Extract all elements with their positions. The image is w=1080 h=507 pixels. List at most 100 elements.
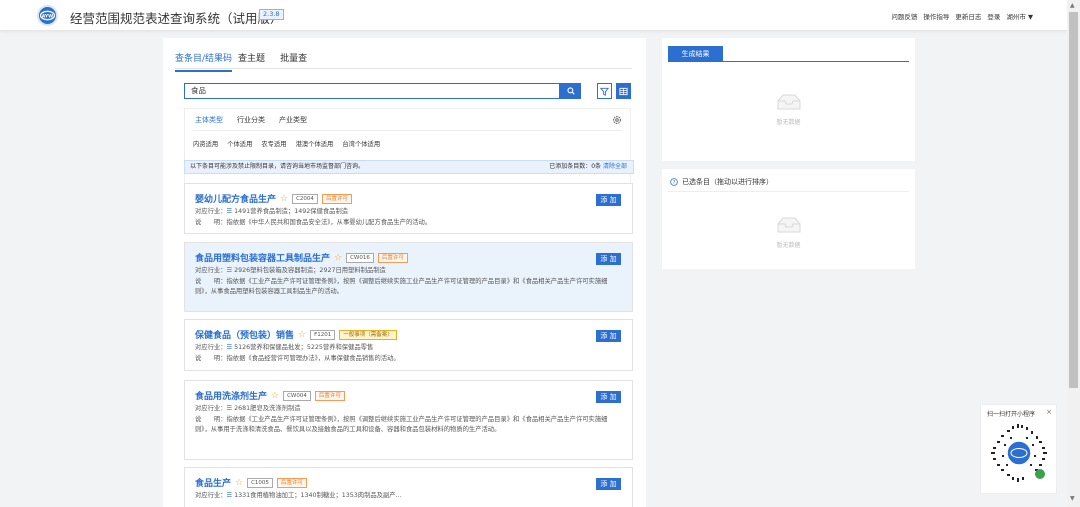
mini-program-qr-card: 扫一扫打开小程序 × [980, 404, 1057, 494]
search-button[interactable] [560, 83, 581, 99]
city-dropdown[interactable]: 湖州市 ▼ [1006, 11, 1033, 21]
result-code: F1201 [310, 329, 336, 340]
top-bar: AYW 经营范围规范表述查询系统（试用版） 2.3.8 问题反馈 操作指导 更新… [0, 0, 1067, 31]
add-button[interactable]: 添 加 [596, 330, 621, 342]
industry-text: 1331食用植物油加工；1340制糖业；1353肉制品及副产… [234, 492, 402, 499]
industry-label: 对应行业： [195, 267, 227, 274]
result-code: CW016 [346, 252, 374, 263]
chip-domestic[interactable]: 内资适用 [193, 139, 218, 148]
result-title[interactable]: 食品生产 [195, 476, 231, 489]
filter-button[interactable] [597, 83, 612, 99]
add-button[interactable]: 添 加 [596, 391, 621, 403]
desc-text: 指依据《工业产品生产许可证管理条例》，按照《调整后继续实施工业产品生产许可证管理… [195, 277, 608, 296]
chip-taiwan[interactable]: 台湾个体适用 [342, 139, 380, 148]
result-card[interactable]: 食品生产 ☆ C1005 后置许可 对应行业：☰ 1331食用植物油加工；1340制糖… [184, 467, 633, 507]
qr-title: 扫一扫打开小程序 [987, 411, 1036, 418]
industry-text: 1491营养食品制造；1492保健食品制造 [234, 208, 349, 215]
grid-view-button[interactable] [616, 83, 631, 99]
desc-label: 说 明： [195, 354, 227, 362]
subtab-sector[interactable]: 产业类型 [279, 115, 307, 131]
industry-label: 对应行业： [195, 492, 227, 499]
subtab-entity-type[interactable]: 主体类型 [195, 115, 223, 131]
subtab-industry[interactable]: 行业分类 [237, 115, 265, 131]
svg-text:AYW: AYW [42, 13, 54, 19]
version-badge: 2.3.8 [259, 9, 284, 20]
close-icon[interactable]: × [1046, 408, 1052, 416]
add-button[interactable]: 添 加 [596, 194, 621, 206]
star-icon[interactable]: ☆ [334, 253, 342, 263]
desc-text: 指依据《工业产品生产许可证管理条例》，按照《调整后继续实施工业产品生产许可证管理… [195, 415, 608, 434]
star-icon[interactable]: ☆ [235, 478, 243, 488]
clear-all-link[interactable]: 清除全部 [603, 163, 627, 170]
qr-code-icon [991, 424, 1047, 482]
logo-icon: AYW [40, 10, 55, 21]
industry-text: 5126营养和保健品批发；5225营养和保健品零售 [234, 344, 374, 351]
industry-label: 对应行业： [195, 208, 227, 215]
result-card[interactable]: 婴幼儿配方食品生产 ☆ C2004 后置许可 对应行业：☰ 1491营养食品制造；14… [184, 183, 633, 234]
list-icon: ☰ [226, 492, 235, 499]
desc-label: 说 明： [195, 218, 227, 226]
permit-badge: 后置许可 [321, 193, 352, 204]
page-scrollbar[interactable]: ▲ ▼ [1067, 0, 1080, 507]
chip-individual[interactable]: 个体适用 [227, 139, 252, 148]
settings-gear-icon[interactable] [612, 115, 622, 127]
nav-guide[interactable]: 操作指导 [923, 11, 949, 21]
result-code: C1005 [247, 477, 273, 488]
desc-label: 说 明： [195, 277, 227, 285]
subtabs-divider [193, 130, 622, 131]
industry-text: 2926塑料包装箱及容器制造；2927日用塑料制品制造 [234, 267, 386, 274]
list-icon: ☰ [226, 344, 235, 351]
result-card[interactable]: 保健食品（预包装）销售 ☆ F1201 一般事项（需备案） 对应行业：☰ 5126营养… [184, 319, 633, 371]
desc-text: 指依据《食品经营许可管理办法》，从事保健食品销售的活动。 [226, 354, 400, 362]
result-card[interactable]: 食品用洗涤剂生产 ☆ CW004 后置许可 对应行业：☰ 2681肥皂及洗涤剂制造 说… [184, 380, 633, 460]
list-icon: ☰ [226, 208, 235, 215]
search-input[interactable]: 食品 [184, 83, 560, 99]
search-panel: 查条目/结果码 查主题 批量查 食品 主体类型 行业分类 产业类型 内资适用 个… [163, 38, 646, 507]
result-title[interactable]: 保健食品（预包装）销售 [195, 328, 294, 341]
nav-login[interactable]: 登录 [987, 11, 1000, 21]
selected-divider [668, 191, 909, 192]
result-code: C2004 [292, 193, 318, 204]
chip-farmer-coop[interactable]: 农专适用 [261, 139, 286, 148]
selected-panel: ? 已选条目（拖动以进行排序） 暂无数据 [662, 169, 915, 269]
help-icon[interactable]: ? [670, 178, 678, 186]
nav-feedback[interactable]: 问题反馈 [891, 11, 917, 21]
grid-icon [619, 87, 628, 95]
filter-box: 主体类型 行业分类 产业类型 内资适用 个体适用 农专适用 港澳个体适用 台湾个… [184, 108, 631, 190]
empty-text: 暂无数据 [776, 119, 801, 126]
add-button[interactable]: 添 加 [596, 253, 621, 265]
app-title: 经营范围规范表述查询系统（试用版） [70, 11, 283, 26]
top-nav: 问题反馈 操作指导 更新日志 登录 湖州市 ▼ [891, 11, 1033, 21]
empty-inbox-icon [777, 94, 800, 110]
generate-result-button[interactable]: 生成结果 [668, 46, 723, 61]
permit-badge: 后置许可 [276, 477, 307, 488]
star-icon[interactable]: ☆ [280, 194, 288, 204]
result-title[interactable]: 食品用洗涤剂生产 [195, 389, 267, 402]
selected-title: 已选条目（拖动以进行排序） [682, 178, 773, 186]
scroll-up-arrow-icon[interactable]: ▲ [1070, 2, 1075, 9]
scroll-down-arrow-icon[interactable]: ▼ [1070, 495, 1075, 502]
empty-state: 暂无数据 [662, 93, 915, 126]
generate-panel: 生成结果 暂无数据 [662, 38, 915, 161]
empty-inbox-icon [777, 217, 800, 233]
added-count-label: 已添加条目数：0条 [549, 163, 602, 170]
star-icon[interactable]: ☆ [271, 391, 279, 401]
permit-badge: 后置许可 [377, 252, 408, 263]
app-logo[interactable]: AYW [37, 5, 58, 26]
result-title[interactable]: 婴幼儿配方食品生产 [195, 192, 276, 205]
add-button[interactable]: 添 加 [596, 478, 621, 490]
star-icon[interactable]: ☆ [298, 330, 306, 340]
result-card[interactable]: 食品用塑料包装容器工具制品生产 ☆ CW016 后置许可 对应行业：☰ 2926塑料包… [184, 242, 633, 312]
industry-text: 2681肥皂及洗涤剂制造 [234, 405, 301, 412]
list-icon: ☰ [226, 405, 235, 412]
result-title[interactable]: 食品用塑料包装容器工具制品生产 [195, 251, 330, 264]
notice-text: 以下条目可能涉及禁止限制目录，请咨询当地市场监督部门咨询。 [190, 163, 365, 170]
scroll-thumb[interactable] [1069, 12, 1078, 388]
search-icon [566, 87, 575, 95]
nav-changelog[interactable]: 更新日志 [955, 11, 981, 21]
desc-label: 说 明： [195, 415, 227, 423]
added-count: 已添加条目数：0条 清除全部 [549, 161, 627, 173]
chip-hk-macau[interactable]: 港澳个体适用 [296, 139, 334, 148]
general-badge: 一般事项（需备案） [339, 329, 397, 340]
selected-header: ? 已选条目（拖动以进行排序） [670, 177, 773, 187]
